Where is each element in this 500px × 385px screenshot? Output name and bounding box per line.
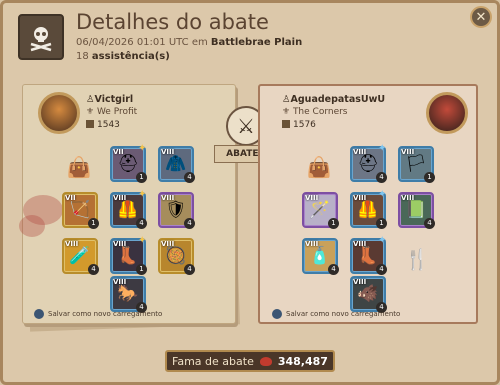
killer-potion-slot[interactable]: VIII 🧪 4 <box>62 238 99 275</box>
assists-count: 18 assistência(s) <box>76 51 170 62</box>
killer-item-power: 1543 <box>86 120 120 130</box>
empty-bag-slot: 👜 <box>66 155 92 179</box>
killer-offhand-slot[interactable]: VIII 🛡 4 <box>158 192 195 229</box>
skull-crossbones-icon <box>18 14 64 60</box>
killer-cape-slot[interactable]: VIII 🧥 4 <box>158 146 195 183</box>
empty-bag-slot: 👜 <box>306 155 332 179</box>
kill-fame-bar: Fama de abate 348,487 <box>165 350 335 372</box>
empty-food-slot: 🍴 <box>404 247 430 271</box>
victim-potion-slot[interactable]: VIII 🧴 4 <box>302 238 339 275</box>
victim-save-loadout-button[interactable]: Salvar como novo carregamento <box>272 309 400 319</box>
save-icon <box>34 309 44 319</box>
killer-avatar[interactable] <box>38 92 80 134</box>
killer-food-slot[interactable]: VIII 🥘 4 <box>158 238 195 275</box>
victim-boots-slot[interactable]: VIII ✦ 👢 4 <box>350 236 387 275</box>
victim-weapon-slot[interactable]: VIII 🪄 1 <box>302 192 339 229</box>
killer-weapon-slot[interactable]: VII 🏹 1 <box>62 192 99 229</box>
killer-boots-slot[interactable]: VIII ✦ 👢 1 <box>110 236 147 275</box>
killer-save-loadout-button[interactable]: Salvar como novo carregamento <box>34 309 162 319</box>
killer-armor-slot[interactable]: VIII ✦ 🦺 4 <box>110 190 147 229</box>
fame-label: Fama de abate <box>172 354 254 368</box>
close-icon: ✕ <box>475 9 487 25</box>
killer-guild: ⚜ We Profit <box>86 107 138 117</box>
victim-cape-slot[interactable]: VIII 🏳 1 <box>398 146 435 183</box>
fame-icon <box>259 356 272 366</box>
killer-mount-slot[interactable]: VIII 🐎 4 <box>110 276 147 313</box>
killer-head-slot[interactable]: VII ✦ ⛑ 1 <box>110 144 147 183</box>
victim-avatar[interactable] <box>426 92 468 134</box>
victim-armor-slot[interactable]: VIII ✦ 🦺 1 <box>350 190 387 229</box>
victim-head-slot[interactable]: VIII ✦ ⛑ 4 <box>350 144 387 183</box>
save-icon <box>272 309 282 319</box>
victim-guild: ⚜ The Corners <box>282 107 348 117</box>
victim-mount-slot[interactable]: VIII 🐗 4 <box>350 276 387 313</box>
page-title: Detalhes do abate <box>76 10 269 34</box>
victim-item-power: 1576 <box>282 120 316 130</box>
kill-location: Battlebrae Plain <box>210 37 303 48</box>
fame-value: 348,487 <box>277 354 328 368</box>
kill-datetime: 06/04/2026 01:01 UTC em Battlebrae Plain <box>76 37 303 48</box>
victim-offhand-slot[interactable]: VIII 📗 4 <box>398 192 435 229</box>
victim-name[interactable]: ♙AguadepatasUwU <box>282 94 385 105</box>
close-button[interactable]: ✕ <box>470 6 492 28</box>
killer-name[interactable]: ♙Victgirl <box>86 94 133 105</box>
